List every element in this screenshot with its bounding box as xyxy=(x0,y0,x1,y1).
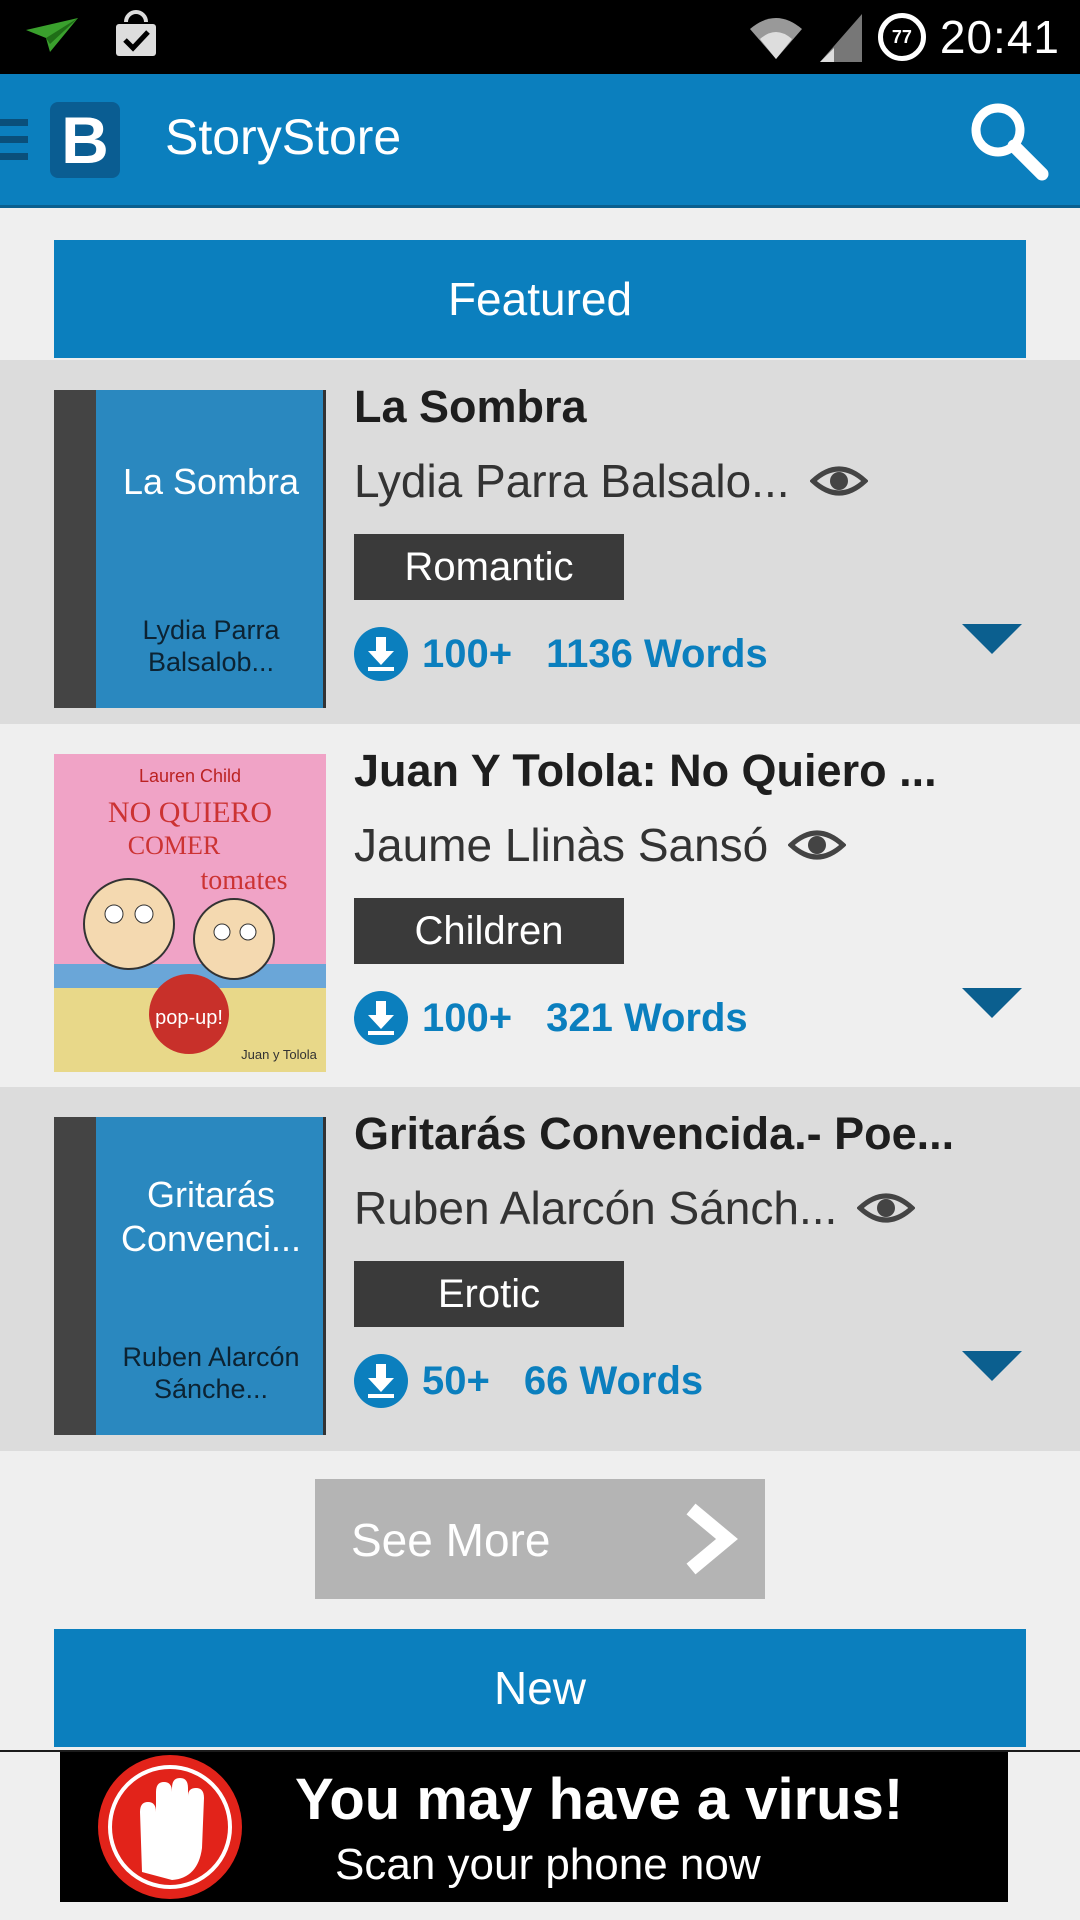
clock: 20:41 xyxy=(939,11,1060,63)
new-section-header[interactable]: New xyxy=(54,1629,1026,1747)
see-more-label: See More xyxy=(351,1514,551,1566)
story-author: Ruben Alarcón Sánch... xyxy=(354,1182,838,1234)
wifi-icon xyxy=(749,18,802,59)
cover-text: NO QUIERO xyxy=(108,796,272,829)
cover-title: Gritarás Convenci... xyxy=(120,1174,302,1259)
ad-headline: You may have a virus! xyxy=(295,1767,904,1832)
download-icon xyxy=(354,991,408,1045)
genre-tag: Romantic xyxy=(354,534,624,600)
story-row[interactable]: Gritarás Convenci... Ruben Alarcón Sánch… xyxy=(0,1087,1080,1451)
battery-icon: 77 xyxy=(877,13,926,61)
featured-section-header[interactable]: Featured xyxy=(54,240,1026,358)
cover-text: tomates xyxy=(200,865,287,896)
book-cover[interactable]: La Sombra Lydia Parra Balsalob... xyxy=(54,390,326,708)
stop-hand-icon xyxy=(98,1755,242,1899)
book-cover[interactable]: Gritarás Convenci... Ruben Alarcón Sánch… xyxy=(54,1117,326,1435)
ad-banner[interactable]: You may have a virus! Scan your phone no… xyxy=(60,1752,1008,1902)
word-count: 66 Words xyxy=(523,1358,704,1403)
cover-text: pop-up! xyxy=(155,1007,223,1029)
eye-icon xyxy=(809,466,868,496)
download-icon xyxy=(354,627,408,681)
expand-arrow-icon[interactable] xyxy=(962,624,1022,654)
eye-icon xyxy=(857,1193,916,1223)
genre-label: Erotic xyxy=(437,1271,541,1316)
story-row[interactable]: Lauren Child NO QUIERO COMER tomates pop… xyxy=(0,724,1080,1088)
ad-subline: Scan your phone now xyxy=(335,1840,761,1889)
app-bar: B StoryStore xyxy=(0,74,1080,208)
download-count: 100+ xyxy=(422,995,513,1040)
chevron-right-icon xyxy=(686,1503,738,1575)
battery-level: 77 xyxy=(891,26,912,47)
send-notification-icon xyxy=(26,18,78,52)
cover-author: Ruben Alarcón Sánche... xyxy=(122,1342,300,1404)
status-bar: 77 20:41 xyxy=(0,0,1080,74)
app-logo[interactable]: B xyxy=(50,102,120,178)
book-cover[interactable]: Lauren Child NO QUIERO COMER tomates pop… xyxy=(54,754,326,1072)
expand-arrow-icon[interactable] xyxy=(962,1351,1022,1381)
download-count: 50+ xyxy=(422,1358,490,1403)
story-row[interactable]: La Sombra Lydia Parra Balsalob... La Som… xyxy=(0,360,1080,724)
cover-text: Juan y Tolola xyxy=(241,1047,317,1062)
genre-tag: Erotic xyxy=(354,1261,624,1327)
genre-tag: Children xyxy=(354,898,624,964)
see-more-button[interactable]: See More xyxy=(315,1479,765,1599)
word-count: 1136 Words xyxy=(546,631,768,676)
download-count: 100+ xyxy=(422,631,513,676)
drawer-icon[interactable] xyxy=(0,119,28,170)
word-count: 321 Words xyxy=(546,995,748,1040)
story-author: Lydia Parra Balsalo... xyxy=(354,455,790,507)
story-title: Juan Y Tolola: No Quiero ... xyxy=(354,745,937,796)
expand-arrow-icon[interactable] xyxy=(962,988,1022,1018)
cover-text: Lauren Child xyxy=(139,766,241,786)
eye-icon xyxy=(788,830,847,860)
cover-illustration: Lauren Child NO QUIERO COMER tomates pop… xyxy=(54,754,326,1072)
cover-author: Lydia Parra Balsalob... xyxy=(142,615,280,677)
search-icon[interactable] xyxy=(966,98,1050,182)
story-author: Jaume Llinàs Sansó xyxy=(354,819,769,871)
story-title: Gritarás Convencida.- Poe... xyxy=(354,1108,955,1159)
cover-text: COMER xyxy=(128,831,221,860)
cover-title: La Sombra xyxy=(122,461,300,502)
new-label: New xyxy=(493,1662,587,1714)
featured-label: Featured xyxy=(447,273,633,325)
download-icon xyxy=(354,1354,408,1408)
signal-icon xyxy=(819,14,862,62)
app-title: StoryStore xyxy=(165,109,402,165)
genre-label: Romantic xyxy=(404,544,574,589)
story-title: La Sombra xyxy=(354,381,587,432)
genre-label: Children xyxy=(414,908,564,953)
shopping-bag-icon xyxy=(116,10,156,56)
